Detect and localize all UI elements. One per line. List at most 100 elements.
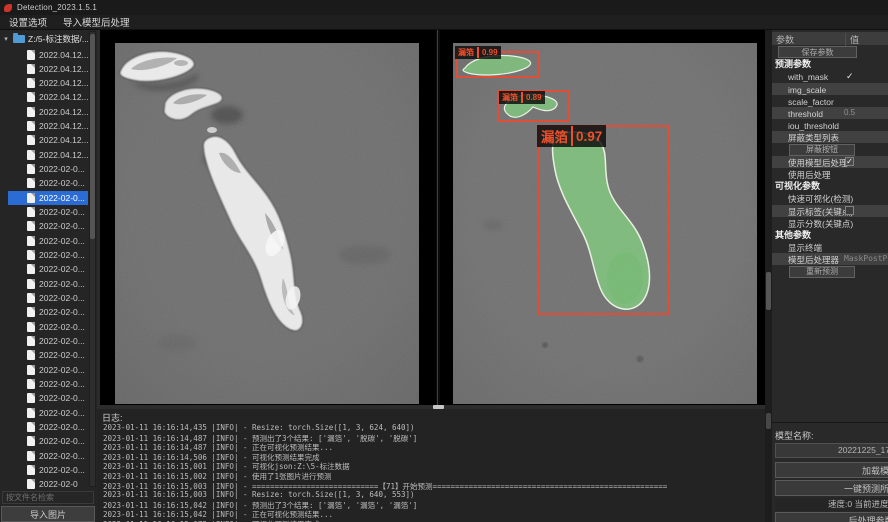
tree-item[interactable]: 2022-02-0...	[8, 377, 88, 391]
params-row[interactable]: 快速可视化(检测)	[772, 192, 888, 204]
postprocess-settings-button[interactable]: 后处理参数设置	[775, 512, 888, 522]
file-icon	[27, 322, 35, 332]
model-name-field[interactable]: 20221225_174813	[775, 443, 888, 458]
params-button[interactable]: 重新预测	[789, 266, 855, 278]
tree-item[interactable]: 2022-02-0	[8, 477, 88, 489]
title-bar[interactable]: Detection_2023.1.5.1	[0, 0, 888, 15]
tree-expand-arrow[interactable]: ▾	[2, 35, 10, 43]
menu-item[interactable]: 导入模型后处理	[63, 15, 130, 29]
param-column-header: 参数	[776, 33, 794, 46]
side-scrollbar-thumb[interactable]	[766, 272, 771, 310]
params-row[interactable]: 模型后处理器 MaskPostProc	[772, 253, 888, 265]
menu-item[interactable]: 设置选项	[9, 15, 47, 29]
tree-root-folder[interactable]: ▾ Z:/5-标注数据/...	[2, 32, 88, 46]
tree-item[interactable]: 2022.04.12...	[8, 105, 88, 119]
tree-item-label: 2022.04.12...	[39, 92, 88, 102]
tree-item[interactable]: 2022-02-0...	[8, 291, 88, 305]
tree-item[interactable]: 2022.04.12...	[8, 76, 88, 90]
tree-item[interactable]: 2022-02-0...	[8, 406, 88, 420]
checkbox-empty[interactable]	[845, 206, 854, 215]
tree-item[interactable]: 2022-02-0...	[8, 277, 88, 291]
tree-item[interactable]: 2022-02-0...	[8, 234, 88, 248]
params-row[interactable]: 显示终端	[772, 241, 888, 253]
tree-item[interactable]: 2022-02-0...	[8, 248, 88, 262]
tree-item-label: 2022.04.12...	[39, 121, 88, 131]
params-row[interactable]: threshold0.5	[772, 107, 888, 119]
import-images-button[interactable]: 导入图片	[1, 506, 95, 522]
tree-item-label: 2022.04.12...	[39, 78, 88, 88]
params-row[interactable]: 使用后处理	[772, 168, 888, 180]
tree-scrollbar[interactable]	[89, 31, 96, 487]
params-row[interactable]: 使用模型后处理✓	[772, 156, 888, 168]
tree-item-label: 2022-02-0...	[39, 178, 85, 188]
tree-item-label: 2022-02-0...	[39, 221, 85, 231]
params-row-label: 模型后处理器	[788, 255, 839, 265]
params-button[interactable]: 屏蔽按钮	[789, 144, 855, 156]
log-panel[interactable]: 日志: 2023-01-11 16:16:14,435 |INFO| - Res…	[97, 409, 770, 522]
tree-item[interactable]: 2022-02-0...	[8, 219, 88, 233]
viewer-divider[interactable]	[436, 30, 440, 405]
file-icon	[27, 293, 35, 303]
params-button[interactable]: 保存参数	[778, 46, 857, 58]
params-row-label: 屏蔽类型列表	[788, 133, 839, 143]
detection-label-3: 漏箔0.97	[537, 125, 606, 147]
search-input[interactable]	[2, 491, 94, 504]
params-row[interactable]: iou_threshold	[772, 119, 888, 131]
params-row[interactable]: with_mask ✓	[772, 70, 888, 82]
detection-box-3[interactable]	[537, 125, 670, 315]
log-line: 2023-01-11 16:16:14,435 |INFO| - Resize:…	[103, 423, 415, 432]
tree-item[interactable]: 2022-02-0...	[8, 305, 88, 319]
params-row-label: with_mask	[788, 72, 828, 82]
tree-item[interactable]: 2022-02-0...	[8, 463, 88, 477]
params-section-header: 其他参数	[772, 229, 888, 241]
tree-item[interactable]: 2022-02-0...	[8, 391, 88, 405]
tree-item[interactable]: 2022-02-0...	[8, 320, 88, 334]
detection-label-2: 漏箔0.89	[499, 91, 545, 104]
tree-item[interactable]: 2022-02-0...	[8, 348, 88, 362]
tree-item-label: 2022-02-0...	[39, 279, 85, 289]
tree-item[interactable]: 2022-02-0...	[8, 334, 88, 348]
tree-item[interactable]: 2022-02-0...	[8, 363, 88, 377]
params-row[interactable]: 显示标签(关键点)	[772, 205, 888, 217]
tree-scrollbar-thumb[interactable]	[90, 34, 95, 239]
detection-class: 漏箔	[502, 92, 518, 103]
tree-item[interactable]: 2022-02-0...	[8, 205, 88, 219]
tree-item[interactable]: 2022.04.12...	[8, 148, 88, 162]
params-row-label: iou_threshold	[788, 121, 839, 131]
params-row[interactable]: 显示分数(关键点)	[772, 217, 888, 229]
params-section-header: 预测参数	[772, 58, 888, 70]
tree-item[interactable]: 2022-02-0...	[8, 191, 88, 205]
file-icon	[27, 178, 35, 188]
tree-item[interactable]: 2022-02-0...	[8, 449, 88, 463]
tree-item[interactable]: 2022-02-0...	[8, 176, 88, 190]
params-row[interactable]: scale_factor	[772, 95, 888, 107]
original-image-canvas[interactable]	[115, 43, 419, 404]
file-icon	[27, 78, 35, 88]
tree-item[interactable]: 2022.04.12...	[8, 90, 88, 104]
file-icon	[27, 451, 35, 461]
file-icon	[27, 436, 35, 446]
tree-item[interactable]: 2022-02-0...	[8, 434, 88, 448]
tree-item[interactable]: 2022.04.12...	[8, 133, 88, 147]
progress-status: 速度:0 当前进度	[775, 498, 888, 511]
load-model-button[interactable]: 加载模型	[775, 462, 888, 478]
tree-item[interactable]: 2022-02-0...	[8, 262, 88, 276]
tree-item[interactable]: 2022-02-0...	[8, 162, 88, 176]
checkbox-checked[interactable]: ✓	[845, 157, 854, 166]
tree-item-label: 2022-02-0...	[39, 164, 85, 174]
params-row-label: 快速可视化(检测)	[788, 194, 853, 204]
tree-item[interactable]: 2022.04.12...	[8, 62, 88, 76]
predict-all-button[interactable]: 一键预测所有图片	[775, 480, 888, 496]
log-scrollbar-thumb[interactable]	[766, 413, 771, 429]
tree-item-label: 2022-02-0...	[39, 250, 85, 260]
params-table-header: 参数 值	[772, 32, 888, 45]
checkmark-icon: ✓	[846, 70, 854, 82]
tree-item[interactable]: 2022-02-0...	[8, 420, 88, 434]
side-scrollbar[interactable]	[765, 30, 772, 522]
params-row[interactable]: 屏蔽类型列表	[772, 131, 888, 143]
prediction-image-canvas[interactable]: 漏箔0.99 漏箔0.89 漏箔0.97	[453, 43, 757, 404]
params-row-value: MaskPostProc	[844, 253, 888, 265]
tree-item[interactable]: 2022.04.12...	[8, 48, 88, 62]
tree-item[interactable]: 2022.04.12...	[8, 119, 88, 133]
params-row[interactable]: img_scale	[772, 83, 888, 95]
